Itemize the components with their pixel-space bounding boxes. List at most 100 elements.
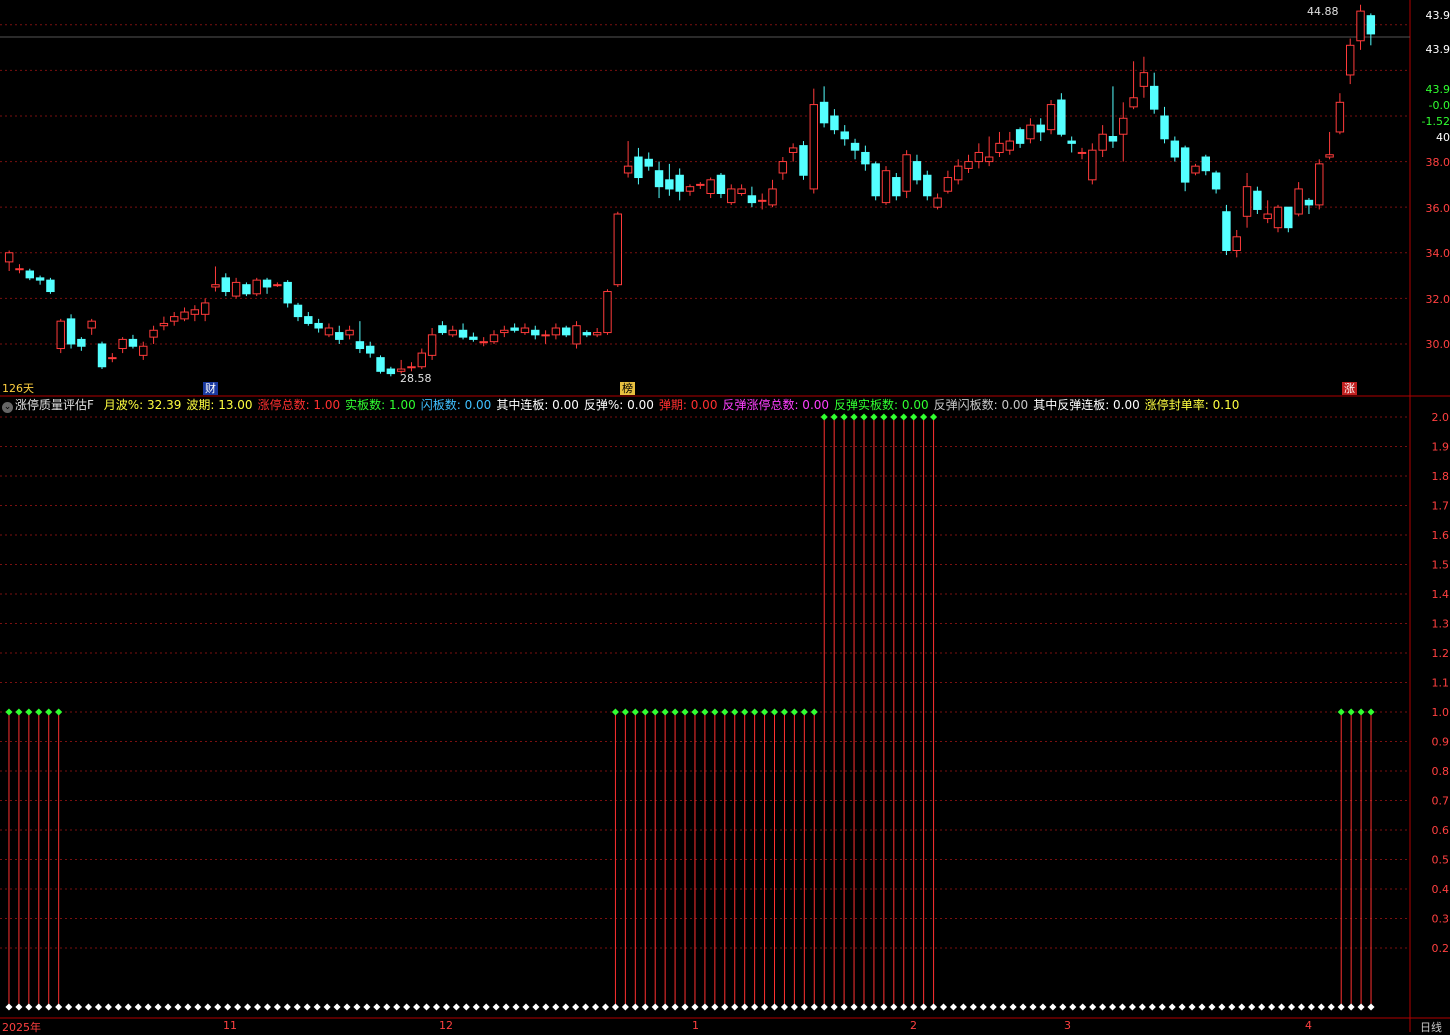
candle-body [1191, 165, 1200, 174]
candle-body [180, 311, 189, 320]
indicator-base-dot [691, 1003, 699, 1011]
collapse-icon[interactable]: ⌄ [2, 402, 13, 413]
indicator-base-dot [1307, 1003, 1315, 1011]
indicator-base-dot [701, 1003, 709, 1011]
indicator-top-dot [721, 708, 729, 716]
candle-body [1366, 15, 1376, 35]
candle-body [314, 322, 323, 329]
candle-body [923, 174, 932, 197]
indicator-tick: 2.0 [1432, 411, 1450, 424]
indicator-base-dot [1188, 1003, 1196, 1011]
indicator-base-dot [1178, 1003, 1186, 1011]
date-label: 12 [439, 1019, 453, 1032]
indicator-base-dot [1019, 1003, 1027, 1011]
candle-body [1067, 140, 1076, 144]
candle-body [706, 179, 715, 194]
indicator-top-dot [930, 413, 938, 421]
indicator-name[interactable]: 涨停质量评估F [15, 398, 94, 412]
candle-body [696, 183, 705, 186]
candle-body [159, 322, 169, 327]
indicator-base-dot [1357, 1003, 1365, 1011]
candle-body [427, 334, 437, 356]
candle-body [582, 332, 592, 336]
indicator-base-dot [174, 1003, 182, 1011]
indicator-top-dot [761, 708, 769, 716]
date-label: 2 [910, 1019, 917, 1032]
period-button[interactable]: 日线 [1420, 1019, 1442, 1035]
candle-body [128, 338, 138, 347]
indicator-base-dot [1148, 1003, 1156, 1011]
indicator-field: 实板数: 1.00 [345, 398, 416, 412]
chart-canvas[interactable]: 2.0 1.9 1.8 1.7 1.6 1.5 1.4 1.3 1.2 1.1 1.0 0.9 0.8 0… [0, 0, 1450, 1032]
candle-body [644, 158, 653, 167]
indicator-top-dot [651, 708, 659, 716]
indicator-base-dot [373, 1003, 381, 1011]
candle-body [1005, 140, 1015, 151]
indicator-base-dot [592, 1003, 600, 1011]
indicator-base-dot [1208, 1003, 1216, 1011]
candle-body [108, 357, 117, 360]
indicator-field: 其中连板: 0.00 [496, 398, 579, 412]
indicator-base-dot [1059, 1003, 1067, 1011]
candle-body [87, 320, 96, 329]
candle-body [1242, 186, 1252, 217]
candle-body [964, 161, 973, 169]
candle-body [1077, 151, 1087, 154]
indicator-tick: 0.7 [1432, 795, 1450, 808]
indicator-base-dot [582, 1003, 590, 1011]
candle-body [1232, 236, 1241, 251]
indicator-base-dot [1079, 1003, 1087, 1011]
indicator-base-dot [204, 1003, 212, 1011]
indicator-base-dot [35, 1003, 43, 1011]
indicator-base-dot [522, 1003, 530, 1011]
indicator-base-dot [731, 1003, 739, 1011]
candle-body [438, 325, 447, 334]
indicator-base-dot [621, 1003, 629, 1011]
rank-marker[interactable]: 榜 [620, 382, 635, 395]
indicator-top-dot [701, 708, 709, 716]
indicator-base-dot [611, 1003, 619, 1011]
candle-body [273, 284, 282, 287]
candle-body [1015, 129, 1025, 144]
indicator-tick: 1.3 [1432, 618, 1450, 631]
indicator-field: 反弹涨停总数: 0.00 [722, 398, 830, 412]
limit-up-marker[interactable]: 涨 [1342, 382, 1357, 395]
indicator-base-dot [542, 1003, 550, 1011]
candle-body [675, 174, 684, 192]
indicator-base-dot [920, 1003, 928, 1011]
indicator-base-dot [114, 1003, 122, 1011]
indicator-base-dot [1278, 1003, 1286, 1011]
price-top-label: 43.9 [1425, 43, 1450, 56]
candle-body [902, 154, 911, 192]
candle-body [861, 151, 870, 165]
candle-body [757, 199, 767, 202]
indicator-base-dot [273, 1003, 281, 1011]
candle-body [1335, 101, 1345, 133]
date-label: 4 [1305, 1019, 1312, 1032]
indicator-base-dot [641, 1003, 649, 1011]
indicator-tick: 1.7 [1432, 500, 1450, 513]
indicator-base-dot [1327, 1003, 1335, 1011]
candle-body [531, 329, 540, 336]
candle-body [799, 145, 808, 176]
indicator-top-dot [15, 708, 23, 716]
candle-body [221, 277, 231, 293]
candle-body [376, 357, 385, 372]
candle-body [551, 327, 561, 336]
candle-body [242, 284, 251, 295]
indicator-base-dot [1218, 1003, 1226, 1011]
indicator-field: 弹期: 0.00 [658, 398, 718, 412]
candle-body [830, 115, 839, 131]
finance-marker[interactable]: 财 [203, 382, 218, 395]
indicator-base-dot [104, 1003, 112, 1011]
price-top-label: 43.9 [1425, 9, 1450, 22]
candle-body [500, 329, 509, 334]
indicator-field: 闪板数: 0.00 [420, 398, 492, 412]
indicator-base-dot [5, 1003, 13, 1011]
indicator-base-dot [1297, 1003, 1305, 1011]
date-label: 1 [692, 1019, 699, 1032]
candle-body [768, 188, 777, 206]
period-label: 126天 [2, 382, 34, 395]
indicator-base-dot [860, 1003, 868, 1011]
candle-body [1026, 124, 1035, 140]
